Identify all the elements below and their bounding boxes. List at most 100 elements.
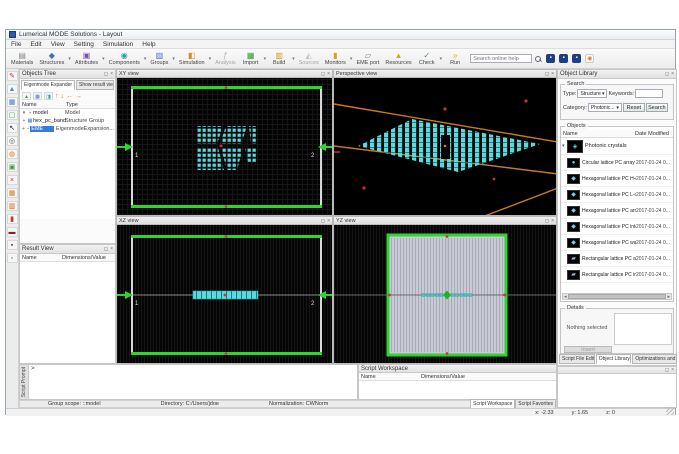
search-icon[interactable] xyxy=(534,55,542,63)
tree-edit-icon[interactable]: ◨ xyxy=(44,92,53,100)
library-item[interactable]: ▰Rectangular lattice PC array2017-01-24 … xyxy=(561,251,673,267)
tree-row-eme[interactable]: + ▪ EME EigenmodeExpansion... xyxy=(20,125,115,133)
help-search-input[interactable] xyxy=(470,54,532,63)
library-item[interactable]: ◆Hexagonal lattice PC inters...2017-01-2… xyxy=(561,219,673,235)
dock-icon[interactable]: ◻ xyxy=(665,367,669,373)
menu-simulation[interactable]: Simulation xyxy=(103,41,133,48)
scroll-left-icon[interactable]: ◂ xyxy=(564,294,567,300)
close-icon[interactable]: × xyxy=(327,71,330,77)
library-date-column[interactable]: Date Modified xyxy=(635,131,671,137)
library-item[interactable]: ◆Hexagonal lattice PC waveg...2017-01-24… xyxy=(561,235,673,251)
tree-group-icon[interactable]: ▦ xyxy=(33,92,42,100)
reset-button[interactable]: Reset xyxy=(623,103,645,112)
layout-mode-tab[interactable]: Eigenmode Expander Layout xyxy=(21,80,75,90)
material-view-icon[interactable]: ▢ xyxy=(7,110,18,120)
tree-row-hex-pc-band[interactable]: + ▦ hex_pc_band Structure Group xyxy=(20,117,115,125)
components-button[interactable]: ◉Components xyxy=(106,49,143,68)
build-button[interactable]: ▥Build xyxy=(267,49,291,68)
dock-icon[interactable]: ◻ xyxy=(665,71,669,77)
type-select[interactable]: Structure▾ xyxy=(577,89,607,98)
menu-help[interactable]: Help xyxy=(142,41,155,48)
close-icon[interactable]: × xyxy=(671,71,674,77)
tree-row-model[interactable]: ▾ ▪ model Model xyxy=(20,109,115,117)
materials-button[interactable]: ▤Materials xyxy=(8,49,36,68)
dropdown-caret-icon[interactable]: ▾ xyxy=(144,56,147,62)
dock-icon[interactable]: ◻ xyxy=(104,71,108,77)
xy-canvas[interactable]: 1 2 xyxy=(117,78,332,215)
run-button[interactable]: »Run xyxy=(443,49,467,68)
xz-viewport[interactable]: XZ view ◻ × 1 2 xyxy=(116,216,333,364)
close-icon[interactable]: × xyxy=(671,367,674,373)
dropdown-caret-icon[interactable]: ▾ xyxy=(350,56,353,62)
insert-button[interactable]: Insert xyxy=(564,346,612,353)
rotate-view-icon[interactable]: ▲ xyxy=(7,84,18,94)
dock-icon[interactable]: ◻ xyxy=(321,71,325,77)
library-item[interactable]: ◆Hexagonal lattice PC L-cavity2017-01-24… xyxy=(561,187,673,203)
yz-viewport[interactable]: YZ view ◻ × xyxy=(333,216,557,364)
library-item[interactable]: ●Circular lattice PC array2017-01-24 0..… xyxy=(561,155,673,171)
dropdown-caret-icon[interactable]: ▾ xyxy=(68,56,71,62)
orbit-icon[interactable]: ◍ xyxy=(7,149,18,159)
eme-port-button[interactable]: ▱EME port xyxy=(353,49,382,68)
library-item[interactable]: ◆Hexagonal lattice PC H-cav...2017-01-24… xyxy=(561,171,673,187)
detail-high-icon[interactable]: ▫ xyxy=(7,253,18,263)
ruler-icon[interactable]: ▮ xyxy=(7,214,18,224)
structures-button[interactable]: ◆Structures xyxy=(36,49,67,68)
interconnect-product-icon[interactable]: ◉ xyxy=(585,54,594,63)
detail-low-icon[interactable]: ▪ xyxy=(7,240,18,250)
move-up-icon[interactable]: ↑ xyxy=(55,93,59,100)
grid-toggle-icon[interactable]: ▦ xyxy=(7,188,18,198)
scroll-right-icon[interactable]: ▸ xyxy=(667,294,670,300)
resize-grip[interactable] xyxy=(666,407,674,415)
menu-edit[interactable]: Edit xyxy=(30,41,41,48)
tab-object-library[interactable]: Object Library xyxy=(596,354,632,364)
tree-new-icon[interactable]: ▲ xyxy=(22,92,31,100)
close-icon[interactable]: × xyxy=(327,218,330,224)
device-product-icon[interactable]: ▪ xyxy=(572,54,581,63)
library-horizontal-scrollbar[interactable]: ◂▸ xyxy=(562,293,672,300)
select-arrow-icon[interactable]: ↖ xyxy=(7,123,18,133)
show-result-view-button[interactable]: Show result view xyxy=(76,80,114,90)
perspective-canvas[interactable] xyxy=(334,78,556,215)
script-prompt-tab[interactable]: Script Prompt xyxy=(21,367,27,397)
monitors-button[interactable]: ▮Monitors xyxy=(322,49,349,68)
mode-product-icon[interactable]: ▪ xyxy=(559,54,568,63)
script-console[interactable]: > xyxy=(29,365,357,399)
tab-script-file-editor[interactable]: Script File Editor xyxy=(559,354,595,364)
dropdown-caret-icon[interactable]: ▾ xyxy=(102,56,105,62)
dropdown-caret-icon[interactable]: ▾ xyxy=(172,56,175,62)
keywords-input[interactable] xyxy=(635,89,663,98)
yz-canvas[interactable] xyxy=(334,225,556,363)
groups-button[interactable]: ▧Groups xyxy=(147,49,171,68)
close-icon[interactable]: × xyxy=(110,246,113,252)
menu-setting[interactable]: Setting xyxy=(74,41,94,48)
library-item[interactable]: ◆Hexagonal lattice PC array2017-01-24 0.… xyxy=(561,203,673,219)
move-right-icon[interactable]: → xyxy=(75,93,82,100)
duplicate-icon[interactable]: ▥ xyxy=(7,201,18,211)
slice-view-icon[interactable]: ▬ xyxy=(7,227,18,237)
library-group-row[interactable]: ▾ ◈ Photonic crystals xyxy=(561,138,673,155)
delete-icon[interactable]: × xyxy=(7,175,18,185)
attributes-button[interactable]: ▣Attributes xyxy=(72,49,101,68)
xz-canvas[interactable]: 1 2 xyxy=(117,225,332,363)
close-icon[interactable]: × xyxy=(551,218,554,224)
dock-icon[interactable]: ◻ xyxy=(545,71,549,77)
tab-optimizations-sweeps[interactable]: Optimizations and Sweeps xyxy=(632,354,677,364)
dock-icon[interactable]: ◻ xyxy=(321,218,325,224)
resources-button[interactable]: ▲Resources xyxy=(382,49,414,68)
import-button[interactable]: ▦Import xyxy=(239,49,263,68)
library-name-column[interactable]: Name xyxy=(563,131,635,137)
perspective-viewport[interactable]: Perspective view ◻ × xyxy=(333,69,557,216)
simulation-button[interactable]: ◧Simulation xyxy=(176,49,208,68)
dropdown-caret-icon[interactable]: ▾ xyxy=(292,56,295,62)
move-left-icon[interactable]: ← xyxy=(66,93,73,100)
edit-structure-icon[interactable]: ✎ xyxy=(7,71,18,81)
menu-view[interactable]: View xyxy=(51,41,65,48)
dropdown-caret-icon[interactable]: ▾ xyxy=(440,56,443,62)
move-down-icon[interactable]: ↓ xyxy=(61,93,65,100)
extent-icon[interactable]: ▣ xyxy=(7,162,18,172)
library-item[interactable]: ▰Rectangular lattice PC inter...2017-01-… xyxy=(561,267,673,283)
dock-icon[interactable]: ◻ xyxy=(545,218,549,224)
close-icon[interactable]: × xyxy=(110,71,113,77)
close-icon[interactable]: × xyxy=(551,71,554,77)
